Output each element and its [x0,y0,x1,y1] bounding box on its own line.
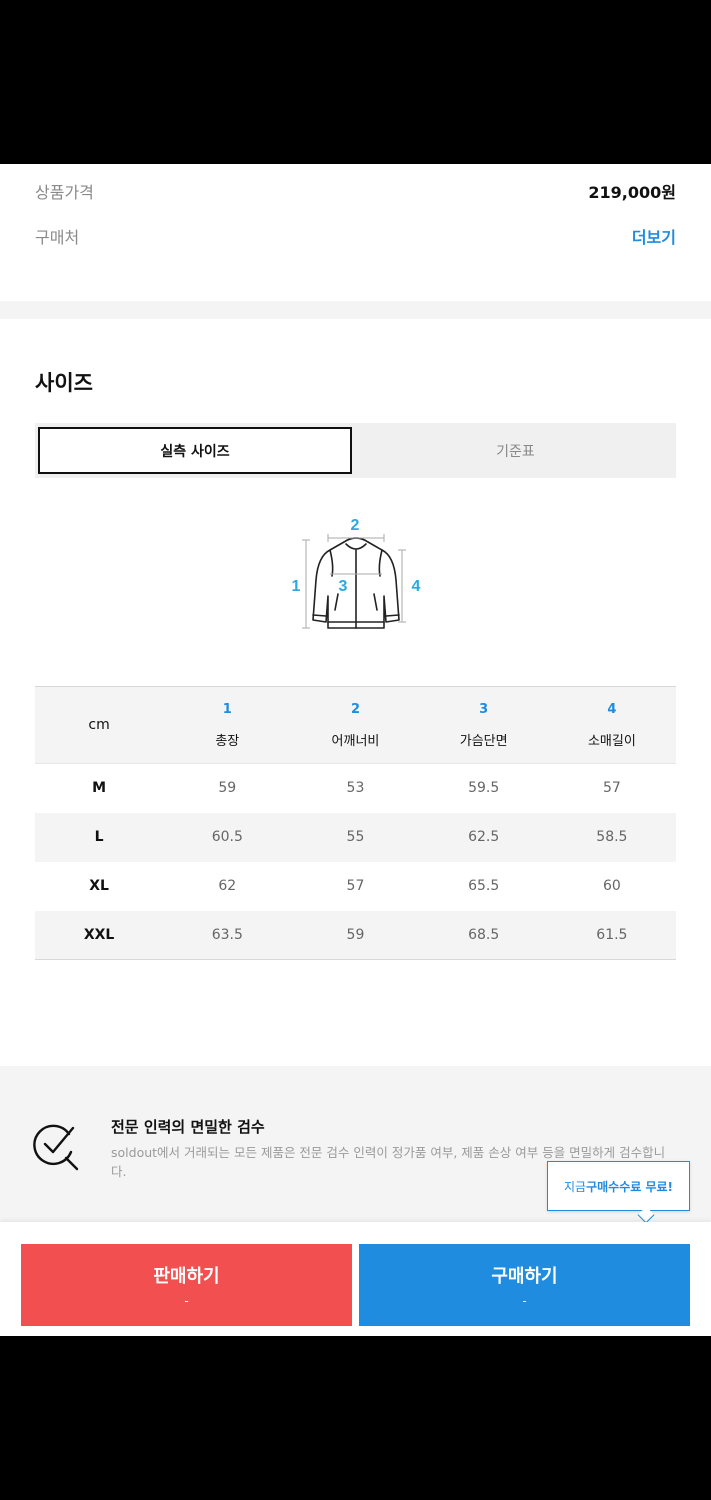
section-divider [0,301,711,319]
column-number: 3 [479,701,489,717]
diagram-label-1: 1 [292,578,301,595]
column-number: 4 [607,701,617,717]
column-header-shoulder: 2 어깨너비 [291,686,420,764]
size-tabs: 실측 사이즈 기준표 [35,423,676,478]
price-row: 상품가격 219,000원 [35,176,676,206]
diagram-label-3: 3 [339,578,348,595]
price-value: 219,000원 [588,183,676,202]
sell-price: - [184,1294,189,1308]
table-cell: 60 [602,878,621,894]
store-label: 구매처 [35,228,80,247]
sell-button[interactable]: 판매하기 - [21,1244,352,1326]
table-cell: 57 [602,780,621,797]
column-name: 총장 [215,733,240,749]
table-cell: 62.5 [468,829,500,845]
size-label: XL [89,878,109,894]
table-cell: 63.5 [211,926,243,943]
table-cell: 59 [346,926,365,943]
table-cell: 57 [346,878,365,894]
table-row: L 60.5 55 62.5 58.5 [35,812,676,862]
table-cell: 58.5 [596,829,628,845]
store-row: 구매처 더보기 [35,221,676,251]
table-cell: 68.5 [468,926,500,943]
diagram-label-4: 4 [412,578,421,595]
size-table: cm 1 총장 2 어깨너비 3 가슴단면 4 소매길이 M 59 53 59.… [35,686,676,960]
table-row: XXL 63.5 59 68.5 61.5 [35,910,676,960]
diagram-label-2: 2 [351,517,360,534]
table-cell: 60.5 [211,829,243,845]
table-cell: 65.5 [468,878,500,894]
tooltip-prefix: 지금 [563,1179,587,1194]
table-row: M 59 53 59.5 57 [35,764,676,813]
sell-button-label: 판매하기 [153,1266,220,1287]
free-fee-tooltip: 지금 구매수수료 무료! [547,1161,690,1211]
tab-size-chart[interactable]: 기준표 [355,427,676,474]
column-name: 소매길이 [587,733,636,749]
buy-button[interactable]: 구매하기 - [359,1244,690,1326]
size-label: L [94,829,104,845]
column-number: 2 [350,701,360,717]
buy-button-label: 구매하기 [491,1266,558,1287]
column-name: 어깨너비 [331,733,380,749]
jacket-measurement-diagram: 1 2 3 4 [292,517,421,629]
table-cell: 53 [346,780,365,797]
table-cell: 62 [218,878,237,894]
column-header-sleeve: 4 소매길이 [547,686,676,764]
more-link[interactable]: 더보기 [632,224,676,248]
product-detail-page: 상품가격 219,000원 구매처 더보기 사이즈 실측 사이즈 기준표 1 2… [0,164,711,1336]
tab-measured-size[interactable]: 실측 사이즈 [38,427,352,474]
size-label: M [92,780,107,797]
tooltip-emphasis: 구매수수료 무료! [586,1179,674,1194]
table-row: XL 62 57 65.5 60 [35,862,676,911]
column-header-chest: 3 가슴단면 [419,686,548,764]
size-section-title: 사이즈 [35,371,93,395]
magnifier-check-icon [33,1124,79,1171]
bottom-action-bar: 판매하기 - 구매하기 - [0,1222,711,1336]
buy-price: - [522,1294,527,1308]
column-name: 가슴단면 [459,733,508,749]
inspection-title: 전문 인력의 면밀한 검수 [111,1118,265,1136]
table-cell: 55 [346,829,365,845]
table-cell: 61.5 [596,926,628,943]
size-table-header: cm 1 총장 2 어깨너비 3 가슴단면 4 소매길이 [35,686,676,764]
column-number: 1 [222,701,232,717]
price-label: 상품가격 [35,183,94,202]
table-cell: 59.5 [468,780,500,797]
column-header-length: 1 총장 [163,686,292,764]
unit-header: cm [35,686,164,764]
table-cell: 59 [218,780,237,797]
size-label: XXL [83,926,115,943]
